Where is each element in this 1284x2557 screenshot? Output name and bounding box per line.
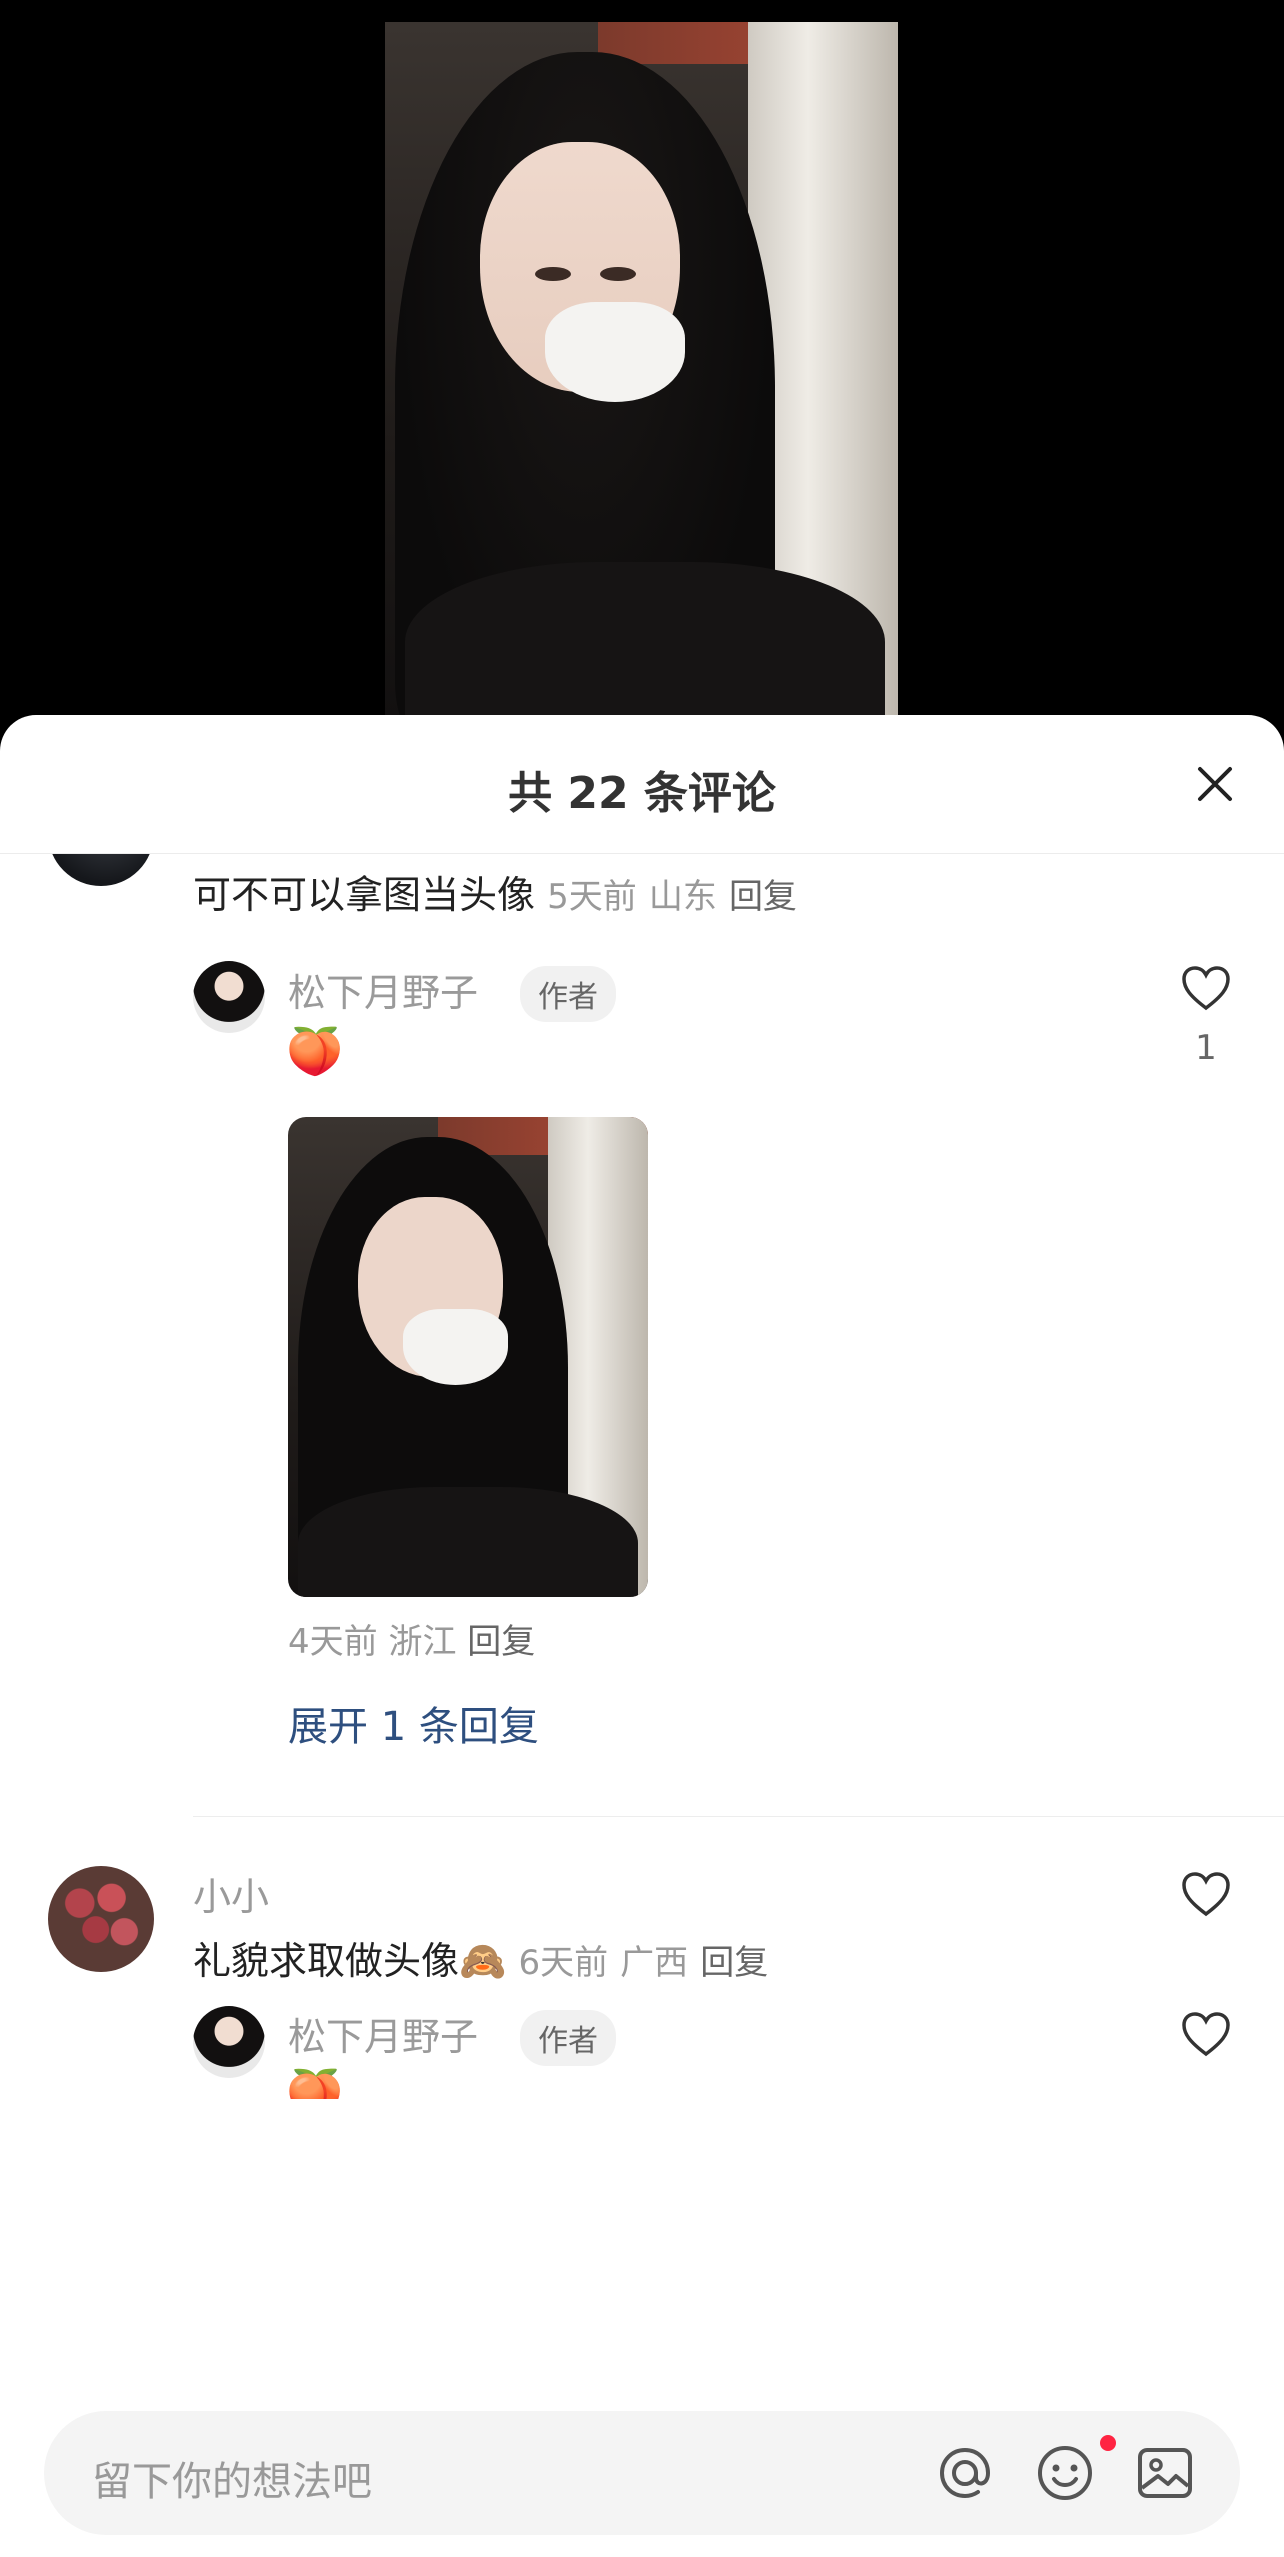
comment-text-row: 可不可以拿图当头像 5天前 山东 回复 bbox=[193, 864, 797, 919]
comment-emoji: 🙈 bbox=[459, 1939, 507, 1983]
comment-text: 礼貌求取做头像 bbox=[193, 1939, 460, 1983]
divider bbox=[193, 1816, 1284, 1817]
post-photo[interactable] bbox=[385, 22, 898, 722]
heart-icon[interactable] bbox=[1180, 1870, 1232, 1918]
close-icon[interactable] bbox=[1190, 759, 1240, 809]
photo-mask bbox=[545, 302, 685, 402]
heart-icon[interactable] bbox=[1180, 2010, 1232, 2058]
comment-location: 山东 bbox=[648, 877, 717, 917]
heart-icon[interactable] bbox=[1180, 964, 1232, 1012]
comments-count-title: 共 22 条评论 bbox=[508, 768, 776, 819]
reply-username[interactable]: 松下月野子 bbox=[288, 962, 478, 1017]
photo-eye bbox=[600, 267, 636, 281]
post-photo-area bbox=[0, 0, 1284, 722]
comments-sheet: 共 22 条评论 可不可以拿图当头像 5天前 山东 回复 松下月野子 作者 🍑 … bbox=[0, 715, 1284, 2557]
reply-button[interactable]: 回复 bbox=[467, 1622, 535, 1662]
reply-username[interactable]: 松下月野子 bbox=[288, 2006, 478, 2061]
reply-emoji: 🍑 bbox=[286, 2066, 344, 2099]
photo-shirt bbox=[405, 562, 885, 722]
photo-mask bbox=[403, 1309, 508, 1385]
reply-time: 4天前 bbox=[288, 1622, 378, 1662]
photo-face bbox=[480, 142, 685, 402]
comment-time: 5天前 bbox=[547, 877, 637, 917]
author-badge: 作者 bbox=[520, 966, 616, 1022]
comment-text-row: 礼貌求取做头像🙈 6天前 广西 回复 bbox=[193, 1930, 768, 1985]
avatar[interactable] bbox=[48, 854, 154, 886]
at-icon[interactable] bbox=[934, 2442, 996, 2504]
emoji-icon[interactable] bbox=[1034, 2442, 1096, 2504]
reply-button[interactable]: 回复 bbox=[729, 877, 797, 917]
expand-replies-button[interactable]: 展开 1 条回复 bbox=[288, 1694, 539, 1752]
comment-text: 可不可以拿图当头像 bbox=[193, 873, 536, 917]
comment-username[interactable]: 小小 bbox=[193, 1866, 269, 1921]
notification-dot bbox=[1100, 2435, 1116, 2451]
avatar[interactable] bbox=[193, 961, 265, 1033]
comment-list[interactable]: 可不可以拿图当头像 5天前 山东 回复 松下月野子 作者 🍑 1 4天前 浙江 … bbox=[0, 854, 1284, 2099]
photo-shirt bbox=[298, 1487, 638, 1597]
like-count: 1 bbox=[1195, 1028, 1217, 1068]
comment-time: 6天前 bbox=[518, 1943, 609, 1983]
avatar[interactable] bbox=[48, 1866, 154, 1972]
comment-input[interactable]: 留下你的想法吧 bbox=[44, 2411, 1240, 2535]
photo-face bbox=[358, 1197, 508, 1385]
image-icon[interactable] bbox=[1134, 2442, 1196, 2504]
comment-location: 广西 bbox=[620, 1943, 689, 1983]
reply-emoji: 🍑 bbox=[286, 1024, 344, 1078]
reply-meta: 4天前 浙江 回复 bbox=[288, 1614, 535, 1663]
reply-button[interactable]: 回复 bbox=[700, 1943, 768, 1983]
reply-image[interactable] bbox=[288, 1117, 648, 1597]
input-placeholder: 留下你的想法吧 bbox=[92, 2459, 372, 2505]
comment-input-bar: 留下你的想法吧 bbox=[0, 2385, 1284, 2557]
sheet-header: 共 22 条评论 bbox=[0, 715, 1284, 854]
photo-eye bbox=[535, 267, 571, 281]
reply-location: 浙江 bbox=[388, 1622, 457, 1662]
author-badge: 作者 bbox=[520, 2010, 616, 2066]
avatar[interactable] bbox=[193, 2006, 265, 2078]
